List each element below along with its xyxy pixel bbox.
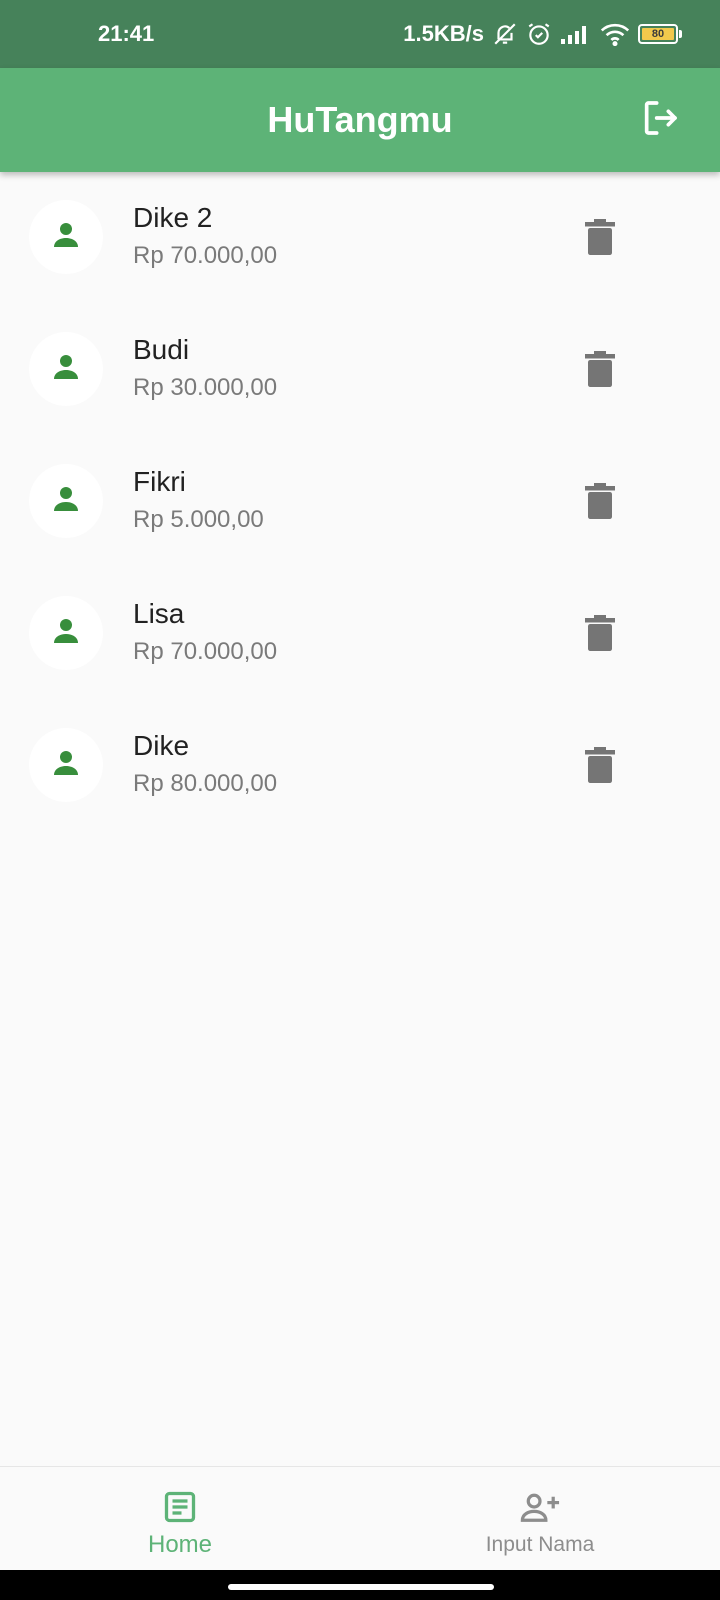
delete-button[interactable]	[578, 481, 622, 525]
list-item[interactable]: Dike Rp 80.000,00	[0, 700, 720, 832]
trash-icon	[585, 746, 615, 788]
debtor-name: Dike	[133, 730, 190, 761]
delete-button[interactable]	[578, 349, 622, 393]
status-time: 21:41	[98, 21, 155, 46]
list-icon	[162, 1487, 198, 1527]
person-icon	[48, 217, 84, 258]
avatar	[29, 332, 103, 406]
net-speed: 1.5KB/s	[403, 21, 484, 46]
app-bar: HuTangmu	[0, 68, 720, 172]
trash-icon	[585, 350, 615, 392]
nav-item-input-nama[interactable]: Input Nama	[360, 1467, 720, 1570]
person-icon	[48, 745, 84, 786]
debt-list: Dike 2 Rp 70.000,00 Budi Rp 30.000,00 Fi…	[0, 172, 720, 832]
list-item[interactable]: Dike 2 Rp 70.000,00	[0, 172, 720, 304]
debt-amount: Rp 80.000,00	[133, 770, 278, 797]
debtor-name: Dike 2	[133, 202, 213, 233]
nav-item-home[interactable]: Home	[0, 1467, 360, 1570]
avatar	[29, 200, 103, 274]
debtor-name: Lisa	[133, 598, 185, 629]
status-bar: 21:41 1.5KB/s 80	[0, 0, 720, 68]
trash-icon	[585, 218, 615, 260]
debt-amount: Rp 70.000,00	[133, 242, 278, 269]
trash-icon	[585, 482, 615, 524]
person-icon	[48, 349, 84, 390]
add-person-icon	[518, 1487, 562, 1527]
app-title: HuTangmu	[267, 99, 453, 140]
nav-label-home: Home	[147, 1531, 213, 1558]
delete-button[interactable]	[578, 217, 622, 261]
signal-icon	[560, 23, 592, 45]
delete-button[interactable]	[578, 745, 622, 789]
avatar	[29, 596, 103, 670]
person-icon	[48, 613, 84, 654]
list-item[interactable]: Budi Rp 30.000,00	[0, 304, 720, 436]
wifi-icon	[600, 22, 630, 46]
logout-button[interactable]	[638, 98, 682, 142]
debt-amount: Rp 5.000,00	[133, 506, 264, 533]
debt-amount: Rp 30.000,00	[133, 374, 278, 401]
list-item[interactable]: Fikri Rp 5.000,00	[0, 436, 720, 568]
debt-amount: Rp 70.000,00	[133, 638, 278, 665]
mute-icon	[492, 21, 518, 47]
debtor-name: Budi	[133, 334, 190, 365]
home-gesture-handle[interactable]	[228, 1584, 494, 1590]
person-icon	[48, 481, 84, 522]
bottom-nav: Home Input Nama	[0, 1466, 720, 1570]
status-icons: 1.5KB/s 80	[403, 21, 682, 47]
debtor-name: Fikri	[133, 466, 186, 497]
battery-level: 80	[642, 28, 674, 40]
logout-icon	[640, 98, 680, 143]
avatar	[29, 728, 103, 802]
battery-icon: 80	[638, 24, 682, 44]
trash-icon	[585, 614, 615, 656]
delete-button[interactable]	[578, 613, 622, 657]
gesture-bar	[0, 1570, 720, 1600]
alarm-icon	[526, 21, 552, 47]
nav-label-input-nama: Input Nama	[485, 1533, 595, 1556]
avatar	[29, 464, 103, 538]
list-item[interactable]: Lisa Rp 70.000,00	[0, 568, 720, 700]
